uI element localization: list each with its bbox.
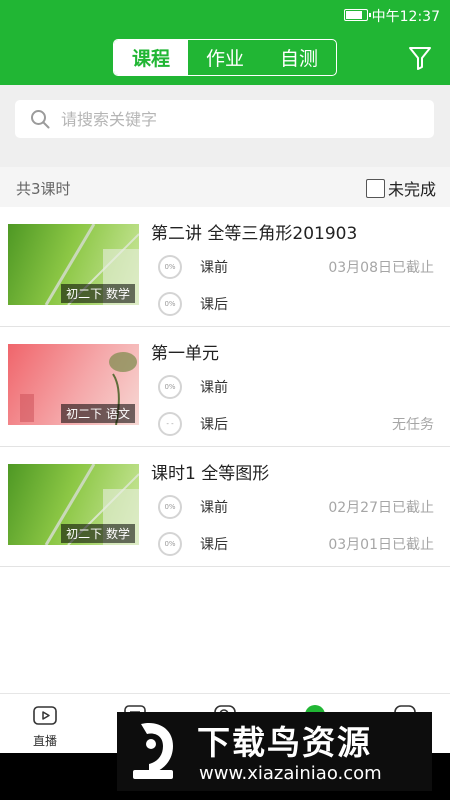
lesson-thumbnail: 初二下 数学 (8, 464, 139, 545)
incomplete-label: 未完成 (387, 180, 436, 199)
lesson-item[interactable]: 初二下 数学 课时1 全等图形 0% 课前 02月27日已截止 0% 课后 03… (0, 447, 450, 567)
search-input[interactable] (61, 100, 421, 138)
subject-tag: 初二下 语文 (61, 404, 135, 423)
task-label: 课前 (200, 260, 228, 276)
lesson-item[interactable]: 初二下 数学 第二讲 全等三角形201903 0% 课前 03月08日已截止 0… (0, 207, 450, 327)
subject-tag: 初二下 数学 (61, 284, 135, 303)
search-box (15, 100, 434, 138)
watermark-title: 下载鸟资源 (197, 723, 372, 762)
battery-icon (344, 9, 371, 21)
lesson-title: 第二讲 全等三角形201903 (151, 224, 358, 244)
incomplete-filter[interactable]: 未完成 (365, 176, 436, 200)
task-row-pre[interactable]: 0% 课前 03月08日已截止 (158, 255, 434, 279)
task-row-post[interactable]: - - 课后 无任务 (158, 412, 434, 436)
bird-logo-icon (133, 722, 173, 779)
incomplete-checkbox[interactable] (365, 178, 385, 198)
lesson-item[interactable]: 初二下 语文 第一单元 0% 课前 - - 课后 无任务 (0, 327, 450, 447)
lesson-title: 课时1 全等图形 (151, 464, 270, 484)
task-label: 课前 (200, 380, 228, 396)
watermark: 下载鸟资源 www.xiazainiao.com (117, 712, 432, 791)
watermark-url: www.xiazainiao.com (199, 763, 382, 784)
status-time: 中午12:37 (371, 9, 440, 25)
task-row-post[interactable]: 0% 课后 (158, 292, 434, 316)
tab-live[interactable]: 直播 (0, 694, 90, 753)
task-status: 03月01日已截止 (328, 537, 434, 553)
task-row-post[interactable]: 0% 课后 03月01日已截止 (158, 532, 434, 556)
lesson-thumbnail: 初二下 语文 (8, 344, 139, 425)
task-label: 课后 (200, 297, 228, 313)
filter-icon[interactable] (408, 45, 432, 71)
progress-ring: 0% (158, 255, 182, 279)
task-status: 无任务 (392, 417, 434, 433)
progress-ring: - - (158, 412, 182, 436)
task-status: 02月27日已截止 (328, 500, 434, 516)
search-icon (31, 110, 50, 129)
tab-course[interactable]: 课程 (114, 40, 188, 75)
status-bar: 中午12:37 (0, 0, 450, 30)
lesson-title: 第一单元 (151, 344, 219, 364)
task-label: 课前 (200, 500, 228, 516)
task-status: 03月08日已截止 (328, 260, 434, 276)
lesson-list: 初二下 数学 第二讲 全等三角形201903 0% 课前 03月08日已截止 0… (0, 207, 450, 567)
lesson-count: 共3课时 (16, 180, 71, 198)
task-row-pre[interactable]: 0% 课前 (158, 375, 434, 399)
summary-row: 共3课时 未完成 (0, 167, 450, 207)
progress-ring: 0% (158, 495, 182, 519)
tab-homework[interactable]: 作业 (188, 40, 262, 75)
tab-label: 直播 (32, 734, 57, 748)
progress-ring: 0% (158, 292, 182, 316)
search-area (0, 85, 450, 167)
task-row-pre[interactable]: 0% 课前 02月27日已截止 (158, 495, 434, 519)
progress-ring: 0% (158, 532, 182, 556)
tab-self-test[interactable]: 自测 (262, 40, 336, 75)
segment-control: 课程 作业 自测 (113, 39, 337, 76)
header: 课程 作业 自测 (0, 30, 450, 85)
progress-ring: 0% (158, 375, 182, 399)
video-icon (33, 706, 57, 725)
subject-tag: 初二下 数学 (61, 524, 135, 543)
task-label: 课后 (200, 537, 228, 553)
task-label: 课后 (200, 417, 228, 433)
lesson-thumbnail: 初二下 数学 (8, 224, 139, 305)
